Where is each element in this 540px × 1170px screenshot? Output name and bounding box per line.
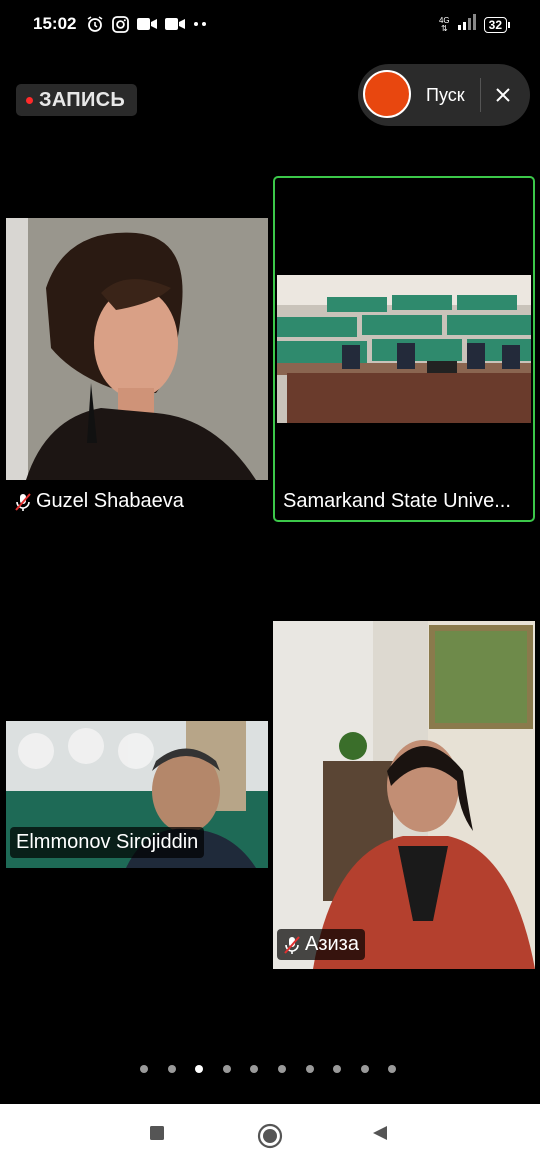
video-feed [277, 275, 531, 423]
home-circle-icon [257, 1123, 283, 1149]
start-control: Пуск [358, 64, 530, 126]
page-dot[interactable] [305, 1065, 314, 1073]
participant-name-label: Elmmonov Sirojiddin [16, 831, 199, 853]
participant-name-label: Guzel Shabaeva [36, 490, 184, 512]
clock: 15:02 [33, 14, 77, 33]
muted-mic-icon [15, 492, 31, 511]
muted-mic-icon [284, 935, 300, 954]
network-type: 4G ⇅ [438, 15, 450, 33]
recent-apps-square-icon [150, 1126, 164, 1140]
video-feed [6, 218, 268, 480]
page-dot[interactable] [250, 1065, 259, 1073]
page-dot[interactable] [388, 1065, 397, 1073]
video-tile-aziza[interactable]: Азиза [273, 621, 535, 969]
battery-icon: 32 [483, 16, 511, 33]
video-tile-samarkand[interactable]: Samarkand State Unive... [273, 176, 535, 522]
record-dot-icon [26, 96, 33, 104]
participant-name-samarkand: Samarkand State Unive... [283, 490, 511, 513]
recording-label: ЗАПИСЬ [39, 88, 126, 111]
signal-icon [457, 14, 476, 35]
participant-name-elmmonov: Elmmonov Sirojiddin [10, 827, 205, 858]
instagram-icon [112, 15, 129, 33]
video-icon [165, 17, 185, 31]
back-button[interactable] [371, 1124, 389, 1142]
page-dot[interactable] [222, 1065, 231, 1073]
page-dot[interactable] [167, 1065, 176, 1073]
status-bar: 15:02 4G ⇅ 32 [0, 0, 540, 50]
back-triangle-icon [373, 1126, 387, 1140]
start-record-button[interactable] [363, 70, 411, 118]
video-icon [137, 17, 157, 31]
page-indicator[interactable] [140, 1065, 397, 1073]
video-tile-elmmonov[interactable]: Elmmonov Sirojiddin [6, 721, 268, 868]
recording-badge: ЗАПИСЬ [16, 84, 138, 116]
participant-name-label: Азиза [305, 933, 359, 955]
page-dot[interactable] [140, 1065, 148, 1073]
video-tile-guzel[interactable] [6, 218, 268, 480]
page-dot[interactable] [360, 1065, 369, 1073]
system-nav-bar [0, 1104, 540, 1170]
participant-name-label: Samarkand State Unive... [283, 490, 511, 512]
participant-name-guzel: Guzel Shabaeva [14, 490, 184, 513]
page-dot[interactable] [333, 1065, 342, 1073]
participant-name-aziza: Азиза [277, 929, 365, 960]
page-dot[interactable] [277, 1065, 286, 1073]
close-button[interactable] [490, 82, 516, 108]
video-feed [273, 621, 535, 969]
divider [480, 78, 481, 112]
more-dots-icon [193, 21, 209, 27]
start-label[interactable]: Пуск [426, 85, 465, 106]
close-icon [496, 88, 510, 102]
alarm-icon [86, 15, 104, 33]
recent-apps-button[interactable] [148, 1124, 166, 1142]
page-dot-active[interactable] [195, 1065, 204, 1073]
home-button[interactable] [257, 1123, 283, 1149]
